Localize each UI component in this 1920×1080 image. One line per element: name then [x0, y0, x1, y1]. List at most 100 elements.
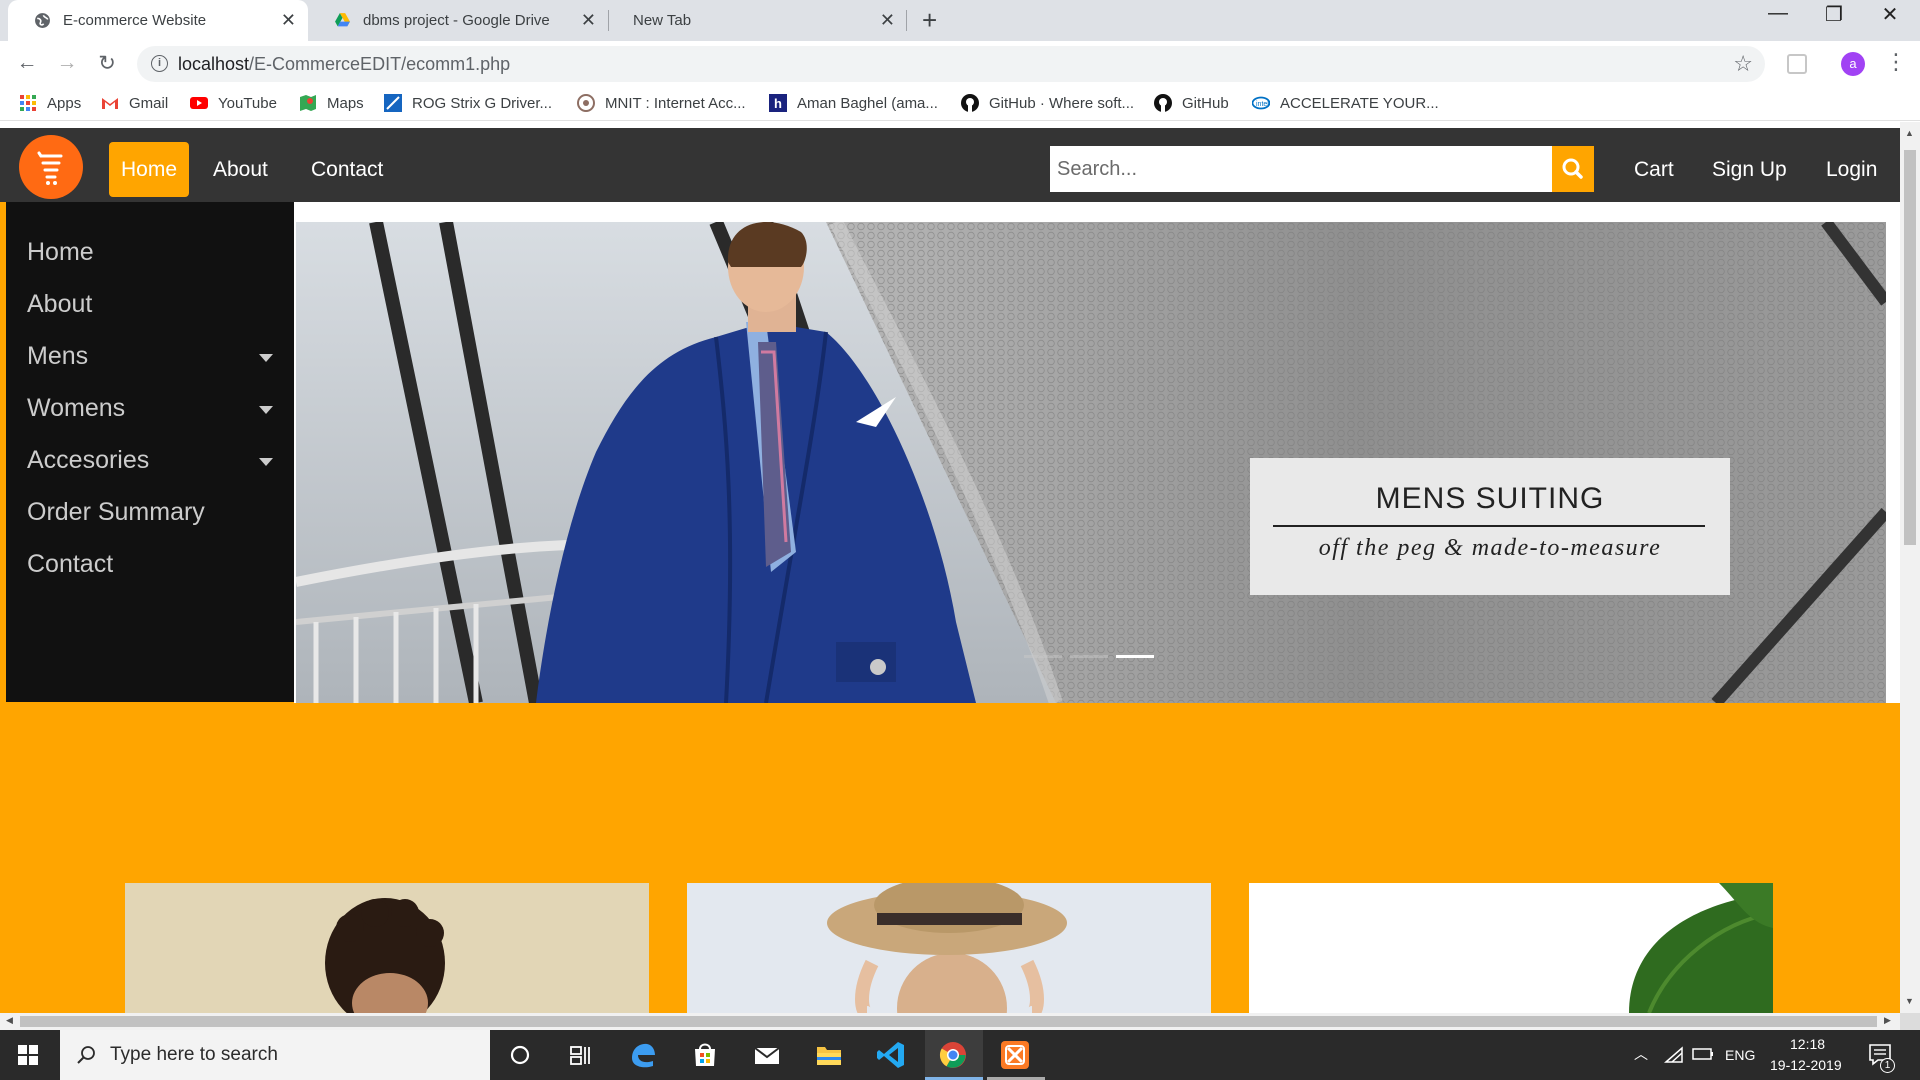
bookmark-github-where[interactable]: GitHub · Where soft...	[961, 94, 1134, 112]
address-bar[interactable]: i localhost/E-CommerceEDIT/ecomm1.php ☆	[137, 46, 1765, 82]
reload-icon[interactable]: ↻	[93, 51, 121, 76]
hero-title: MENS SUITING	[1375, 482, 1605, 515]
side-menu: Home About Mens Womens Accesories Order …	[6, 202, 294, 702]
side-menu-womens[interactable]: Womens	[27, 394, 125, 423]
extension-icon[interactable]	[1787, 54, 1807, 74]
scroll-left-arrow-icon[interactable]: ◀	[6, 1015, 13, 1026]
bookmark-maps[interactable]: Maps	[299, 94, 364, 112]
bookmarks-bar: Apps Gmail YouTube Maps ROG Strix G Driv…	[0, 87, 1920, 121]
nav-signup-link[interactable]: Sign Up	[1700, 142, 1799, 197]
chrome-icon[interactable]	[936, 1038, 970, 1072]
womens-dropdown-caret-icon[interactable]	[259, 406, 273, 414]
bookmark-star-icon[interactable]: ☆	[1733, 51, 1753, 77]
bookmark-youtube[interactable]: YouTube	[190, 94, 277, 112]
browser-toolbar: ← → ↻ i localhost/E-CommerceEDIT/ecomm1.…	[0, 41, 1920, 87]
nav-contact-link[interactable]: Contact	[299, 142, 395, 197]
nav-about-link[interactable]: About	[201, 142, 280, 197]
cortana-icon[interactable]	[503, 1038, 537, 1072]
windows-start-icon[interactable]	[18, 1045, 38, 1065]
bookmark-aman-baghel[interactable]: h Aman Baghel (ama...	[769, 94, 938, 112]
close-tab-icon[interactable]: ✕	[281, 10, 296, 31]
windows-taskbar: Type here to search ︿ ENG 12:18 19-12-20…	[0, 1030, 1920, 1080]
chrome-menu-icon[interactable]: ⋮	[1885, 49, 1907, 75]
carousel-indicator[interactable]	[1024, 655, 1062, 658]
search-icon	[77, 1046, 95, 1064]
svg-text:h: h	[774, 96, 782, 111]
bookmark-mnit[interactable]: MNIT : Internet Acc...	[577, 94, 746, 112]
wifi-icon[interactable]	[1664, 1046, 1684, 1064]
url-text[interactable]: localhost/E-CommerceEDIT/ecomm1.php	[178, 54, 510, 75]
tab-google-drive[interactable]: dbms project - Google Drive ✕	[308, 0, 608, 41]
bookmark-github[interactable]: GitHub	[1154, 94, 1229, 112]
svg-text:intel: intel	[1256, 101, 1269, 108]
close-tab-icon[interactable]: ✕	[581, 10, 596, 31]
scroll-down-arrow-icon[interactable]: ▼	[1905, 996, 1914, 1006]
side-menu-mens[interactable]: Mens	[27, 342, 88, 371]
bookmark-accelerate[interactable]: intel ACCELERATE YOUR...	[1252, 94, 1439, 112]
side-menu-home[interactable]: Home	[27, 238, 94, 267]
accesories-dropdown-caret-icon[interactable]	[259, 458, 273, 466]
shopping-cart-logo-icon	[37, 151, 63, 185]
forward-arrow-icon[interactable]: →	[53, 51, 81, 75]
nav-cart-link[interactable]: Cart	[1622, 142, 1686, 197]
intel-icon: intel	[1252, 96, 1270, 110]
bookmark-rog-strix[interactable]: ROG Strix G Driver...	[384, 94, 552, 112]
microsoft-store-icon[interactable]	[688, 1038, 722, 1072]
site-info-icon[interactable]: i	[151, 55, 168, 72]
hashnode-icon: h	[769, 94, 787, 112]
browser-tab-strip: E-commerce Website ✕ dbms project - Goog…	[0, 0, 1920, 41]
category-card-accesories[interactable]	[1249, 883, 1773, 1013]
battery-icon[interactable]	[1692, 1047, 1714, 1061]
minimize-window-icon[interactable]: —	[1750, 2, 1806, 25]
mail-icon[interactable]	[750, 1038, 784, 1072]
profile-avatar[interactable]: a	[1841, 52, 1865, 76]
side-menu-contact[interactable]: Contact	[27, 550, 113, 579]
horizontal-scroll-thumb[interactable]	[20, 1016, 1877, 1027]
side-menu-accesories[interactable]: Accesories	[27, 446, 149, 475]
maps-icon	[300, 95, 316, 111]
carousel-indicator-active[interactable]	[1116, 655, 1154, 658]
close-tab-icon[interactable]: ✕	[880, 10, 895, 31]
search-button[interactable]	[1552, 146, 1594, 192]
bookmark-gmail[interactable]: Gmail	[101, 94, 168, 112]
page-viewport: Home About Contact Cart Sign Up Login Ho…	[0, 122, 1900, 1013]
nav-home-link[interactable]: Home	[109, 142, 190, 197]
side-menu-order-summary[interactable]: Order Summary	[27, 498, 205, 527]
side-menu-about[interactable]: About	[27, 290, 92, 319]
tab-ecommerce-website[interactable]: E-commerce Website ✕	[8, 0, 308, 41]
youtube-icon	[190, 97, 208, 109]
scroll-up-arrow-icon[interactable]: ▲	[1905, 128, 1914, 138]
horizontal-scrollbar[interactable]: ◀ ▶	[0, 1013, 1900, 1030]
tab-new-tab[interactable]: New Tab ✕	[609, 0, 907, 41]
site-logo[interactable]	[19, 135, 83, 199]
back-arrow-icon[interactable]: ←	[13, 51, 41, 75]
vertical-scroll-thumb[interactable]	[1904, 150, 1916, 545]
restore-window-icon[interactable]: ❐	[1806, 2, 1862, 27]
close-window-icon[interactable]: ✕	[1862, 2, 1918, 27]
clock-date[interactable]: 19-12-2019	[1770, 1057, 1842, 1073]
carousel-indicator[interactable]	[1070, 655, 1108, 658]
gmail-icon	[102, 98, 118, 109]
scrollbar-corner	[1900, 1013, 1920, 1030]
vertical-scrollbar[interactable]: ▲ ▼	[1900, 122, 1920, 1013]
nav-login-link[interactable]: Login	[1814, 142, 1889, 197]
category-card-womens[interactable]	[687, 883, 1211, 1013]
file-explorer-icon[interactable]	[812, 1038, 846, 1072]
new-tab-button[interactable]: +	[922, 5, 937, 36]
taskbar-search-box[interactable]: Type here to search	[60, 1030, 490, 1080]
edge-browser-icon[interactable]	[626, 1038, 660, 1072]
scroll-right-arrow-icon[interactable]: ▶	[1884, 1015, 1891, 1026]
clock-time[interactable]: 12:18	[1790, 1036, 1825, 1052]
vscode-icon[interactable]	[874, 1038, 908, 1072]
globe-icon	[35, 13, 50, 28]
rog-icon	[384, 94, 402, 112]
input-language[interactable]: ENG	[1725, 1047, 1755, 1063]
show-hidden-icons-icon[interactable]: ︿	[1634, 1044, 1648, 1064]
site-search-input[interactable]	[1050, 146, 1552, 192]
category-card-mens[interactable]	[125, 883, 649, 1013]
mens-dropdown-caret-icon[interactable]	[259, 354, 273, 362]
xampp-icon[interactable]	[998, 1038, 1032, 1072]
tab-title: dbms project - Google Drive	[363, 12, 550, 29]
task-view-icon[interactable]	[563, 1038, 597, 1072]
bookmark-apps[interactable]: Apps	[19, 94, 81, 112]
